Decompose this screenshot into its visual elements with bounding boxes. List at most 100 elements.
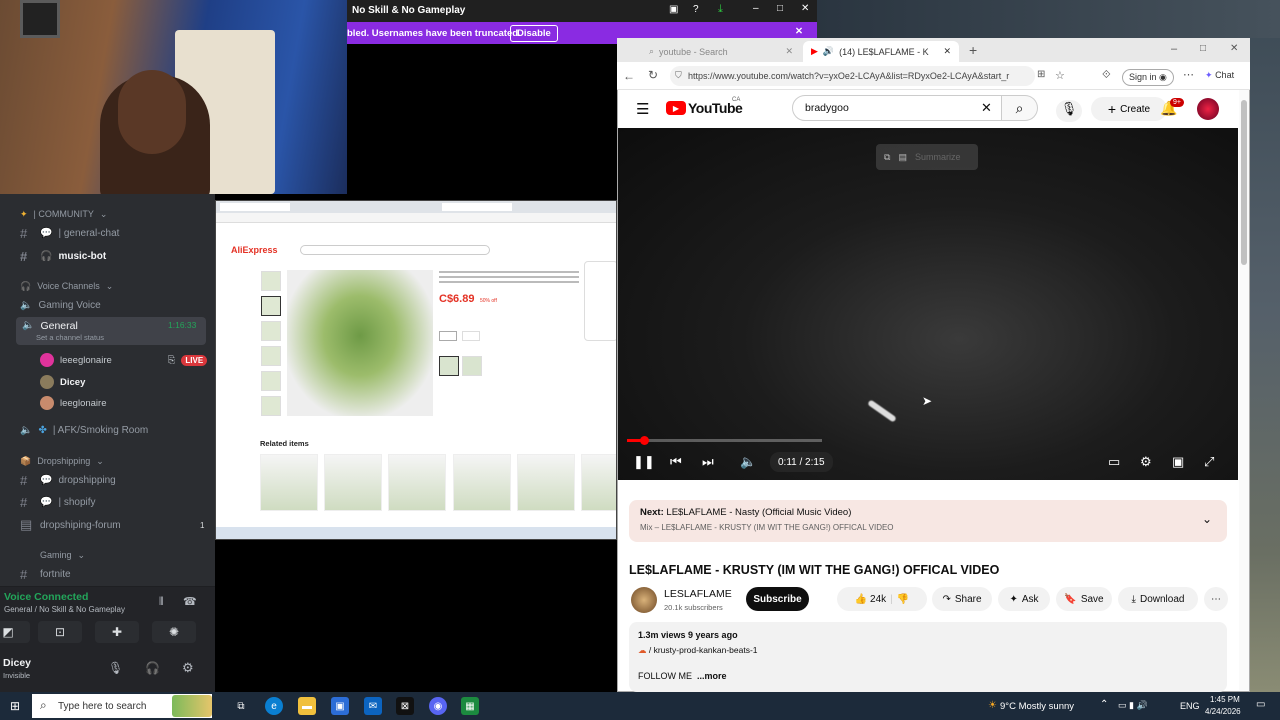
- more-link[interactable]: ...more: [697, 671, 727, 681]
- capcut-icon[interactable]: ⊠: [396, 697, 414, 715]
- voice-channel-gaming[interactable]: 🔈 Gaming Voice: [0, 295, 215, 315]
- disable-button[interactable]: Disable: [510, 25, 558, 42]
- close-icon[interactable]: ✕: [1230, 43, 1238, 54]
- new-tab-icon[interactable]: +: [969, 42, 977, 58]
- voice-channel-general[interactable]: 🔈 General 1:16:33 Set a channel status: [16, 317, 206, 345]
- clock-time[interactable]: 1:45 PM: [1210, 695, 1240, 704]
- soundboard-button[interactable]: ✺: [152, 621, 196, 643]
- progress-scrubber[interactable]: [640, 436, 649, 445]
- category-gaming[interactable]: Gaming ⌄: [0, 545, 215, 565]
- subtitles-icon[interactable]: ▭: [1108, 453, 1120, 471]
- page-scroll-thumb[interactable]: [1241, 100, 1247, 265]
- chevron-down-icon[interactable]: ⌄: [1202, 512, 1212, 526]
- more-menu-icon[interactable]: ⋯: [1183, 68, 1194, 81]
- minimize-icon[interactable]: –: [753, 3, 759, 14]
- taskbar-search-input[interactable]: ⌕ Type here to search: [32, 694, 212, 718]
- banner-close-icon[interactable]: ✕: [795, 26, 803, 37]
- channel-shopify[interactable]: # 💬 | shopify: [0, 492, 215, 512]
- menu-icon[interactable]: ☰: [636, 100, 649, 118]
- settings-gear-icon[interactable]: ⚙: [182, 660, 194, 676]
- save-button[interactable]: 🔖 Save: [1056, 587, 1112, 611]
- fullscreen-icon[interactable]: ⤢: [1204, 453, 1214, 471]
- file-explorer-icon[interactable]: ▬: [298, 697, 316, 715]
- like-button[interactable]: 👍 24k: [855, 594, 886, 605]
- favorite-icon[interactable]: ☆: [1055, 69, 1065, 82]
- subscribe-button[interactable]: Subscribe: [746, 587, 809, 611]
- search-input[interactable]: bradygoo ✕: [792, 95, 1002, 121]
- video-player[interactable]: ⧉ ▤ Summarize ➤: [618, 128, 1238, 480]
- microphone-icon[interactable]: 🎙: [108, 661, 123, 675]
- task-view-icon[interactable]: ⧉: [232, 697, 250, 715]
- category-voice[interactable]: 🎧 Voice Channels ⌄: [0, 276, 215, 296]
- spreadsheet-icon[interactable]: ▦: [461, 697, 479, 715]
- account-avatar[interactable]: [1197, 98, 1219, 120]
- noise-suppression-icon[interactable]: ⫴: [159, 596, 164, 609]
- outlook-icon[interactable]: ✉: [364, 697, 382, 715]
- disconnect-icon[interactable]: ☎: [183, 595, 197, 608]
- language-indicator[interactable]: ENG: [1180, 701, 1200, 711]
- tab-close-icon[interactable]: ✕: [943, 46, 951, 57]
- download-icon[interactable]: ⤓: [718, 3, 723, 16]
- tab-youtube-search[interactable]: ⌕ youtube - Search ✕: [641, 41, 801, 62]
- channel-music-bot[interactable]: # 🎧 music-bot: [0, 246, 215, 266]
- tab-youtube-video[interactable]: ▶ 🔊 (14) LE$LAFLAME - KRUSTY (I ✕: [803, 41, 959, 62]
- dislike-button[interactable]: 👎: [897, 594, 909, 605]
- description-link[interactable]: ☁ / krusty-prod-kankan-beats-1: [638, 645, 758, 656]
- ask-button[interactable]: ✦ Ask: [998, 587, 1050, 611]
- voice-connected-sub[interactable]: General / No Skill & No Gameplay: [4, 605, 125, 614]
- voice-user[interactable]: leeglonaire: [40, 394, 106, 412]
- split-screen-icon[interactable]: ⊞: [1037, 69, 1045, 80]
- edge-icon[interactable]: e: [265, 697, 283, 715]
- category-community[interactable]: ✦ | COMMUNITY ⌄: [0, 204, 215, 224]
- copilot-chat-button[interactable]: ✦ Chat: [1205, 70, 1234, 81]
- previous-icon[interactable]: ⏮: [670, 453, 682, 471]
- channel-dropshipping[interactable]: # 💬 dropshipping: [0, 470, 215, 490]
- camera-button[interactable]: ◩: [0, 621, 30, 643]
- up-next-bar[interactable]: Next: LE$LAFLAME - Nasty (Official Music…: [629, 500, 1227, 542]
- search-button[interactable]: ⌕: [1002, 95, 1038, 121]
- username[interactable]: Dicey: [3, 657, 31, 669]
- headset-icon[interactable]: 🎧: [145, 661, 160, 675]
- screen-icon[interactable]: ▣: [669, 4, 678, 15]
- channel-dropshiping-forum[interactable]: ▤ dropshiping-forum 1: [0, 515, 215, 535]
- screenshare-button[interactable]: ⊡: [38, 621, 82, 643]
- more-actions-button[interactable]: ⋯: [1204, 587, 1228, 611]
- signin-button[interactable]: Sign in ◉: [1122, 69, 1174, 86]
- share-button[interactable]: ↷ Share: [932, 587, 992, 611]
- voice-search-button[interactable]: 🎙: [1056, 100, 1082, 122]
- category-dropshipping[interactable]: 📦 Dropshipping ⌄: [0, 451, 215, 471]
- description-box[interactable]: 1.3m views 9 years ago ☁ / krusty-prod-k…: [629, 622, 1227, 692]
- download-button[interactable]: ⤓ Download: [1118, 587, 1198, 611]
- pause-icon[interactable]: ❚❚: [633, 453, 655, 471]
- create-button[interactable]: + Create: [1091, 97, 1167, 121]
- theater-mode-icon[interactable]: ▣: [1172, 453, 1184, 471]
- next-icon[interactable]: ⏭: [702, 453, 714, 471]
- clear-search-icon[interactable]: ✕: [981, 100, 992, 116]
- tray-chevron-icon[interactable]: ⌃: [1100, 699, 1108, 710]
- help-icon[interactable]: ?: [693, 4, 699, 15]
- discord-icon[interactable]: ◉: [429, 697, 447, 715]
- tray-icons[interactable]: ▭ ▮ 🔊: [1118, 700, 1148, 711]
- minimize-icon[interactable]: –: [1171, 43, 1177, 55]
- tab-close-icon[interactable]: ✕: [785, 46, 793, 57]
- activity-button[interactable]: ✚: [95, 621, 139, 643]
- maximize-icon[interactable]: □: [777, 3, 783, 14]
- maximize-icon[interactable]: □: [1200, 43, 1206, 54]
- refresh-icon[interactable]: ↻: [648, 68, 658, 82]
- settings-gear-icon[interactable]: ⚙: [1140, 453, 1152, 471]
- address-bar[interactable]: ⛉ https://www.youtube.com/watch?v=yxOe2-…: [670, 66, 1035, 86]
- volume-icon[interactable]: 🔈: [740, 453, 756, 471]
- voice-user[interactable]: leeeglonaire ⎘ LIVE: [40, 351, 208, 369]
- notifications-icon[interactable]: ▭: [1256, 699, 1265, 710]
- channel-fortnite[interactable]: # fortnite: [0, 564, 215, 584]
- back-icon[interactable]: ←: [623, 69, 635, 83]
- summarize-overlay[interactable]: ⧉ ▤ Summarize: [876, 144, 978, 170]
- channel-general-chat[interactable]: # 💬 | general-chat: [0, 223, 215, 243]
- close-icon[interactable]: ✕: [801, 3, 809, 14]
- windows-start-icon[interactable]: ⊞: [10, 699, 20, 713]
- channel-avatar[interactable]: [631, 587, 657, 613]
- extensions-icon[interactable]: ⟐: [1102, 69, 1111, 82]
- clock-date[interactable]: 4/24/2026: [1205, 707, 1241, 716]
- store-icon[interactable]: ▣: [331, 697, 349, 715]
- progress-bar[interactable]: [627, 439, 822, 442]
